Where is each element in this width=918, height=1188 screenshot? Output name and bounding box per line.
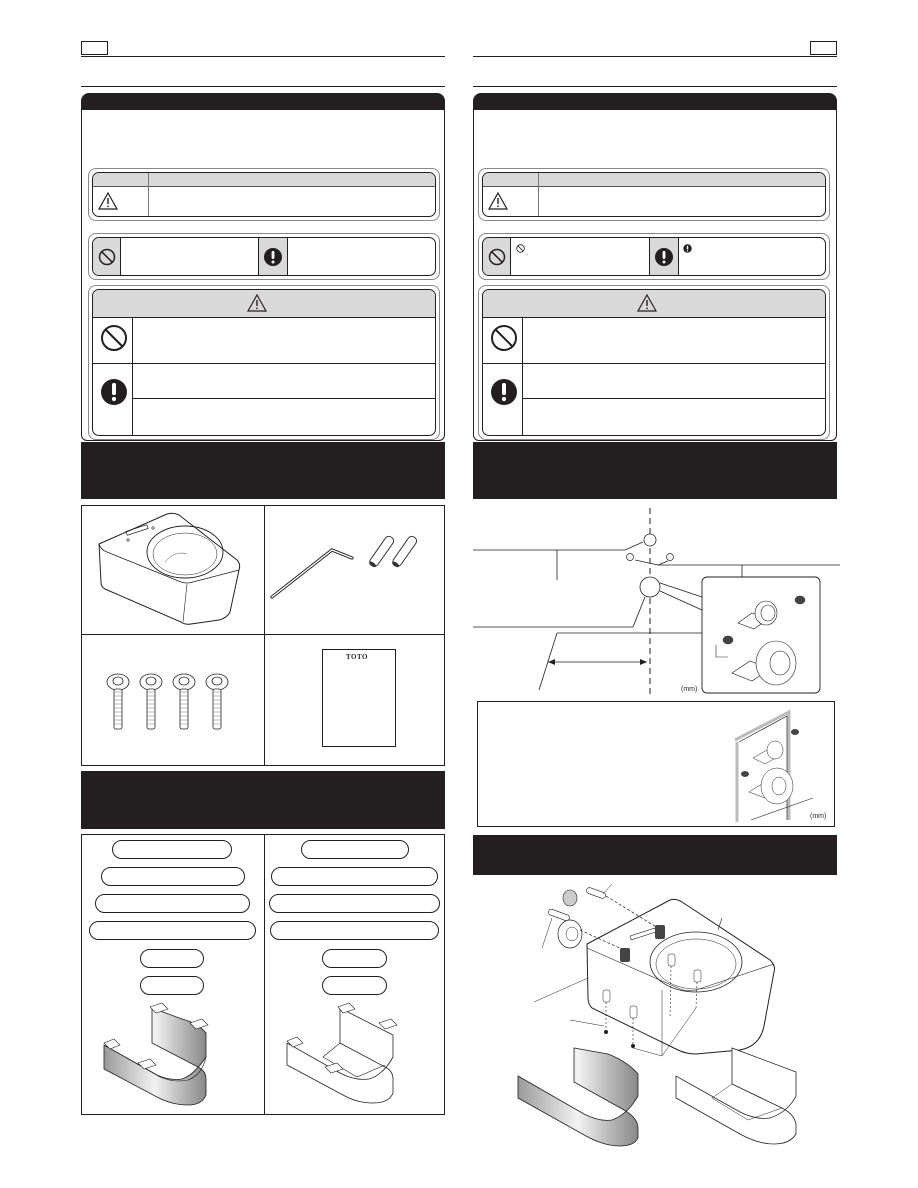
metal-skirt-cover-illustration [103, 1002, 209, 1106]
warning-triangle-icon [246, 293, 268, 312]
prohibited-icon [98, 248, 116, 266]
wall-dimension-diagram [473, 508, 840, 695]
warning-triangle-icon [97, 191, 119, 210]
warning-triangle-icon [487, 191, 509, 210]
mandatory-icon [101, 379, 127, 405]
toilet-bowl-illustration [98, 512, 241, 625]
mandatory-small-icon [683, 244, 692, 253]
manual-brand-label: TOTO [346, 653, 368, 661]
option-label-pill [140, 949, 204, 968]
prohibited-icon [488, 248, 506, 266]
hex-key-and-anchor-bolts-illustration [270, 535, 418, 599]
option-label-pill [301, 840, 409, 859]
left-safety-table [88, 168, 440, 221]
option-label-pill [322, 976, 387, 995]
option-label-pill [95, 894, 250, 913]
right-header-rule-top [473, 56, 837, 57]
right-safety-table [478, 168, 830, 221]
option-label-pill [269, 894, 440, 913]
note-unit-label: (mm) [810, 813, 827, 820]
assembly-exploded-illustration [517, 883, 797, 1147]
screw [106, 673, 229, 730]
right-symbols-legend [478, 233, 830, 280]
prohibited-small-icon [516, 244, 525, 253]
left-header-rule-top [81, 56, 445, 57]
right-warning-box [478, 285, 830, 440]
manual-booklet [322, 649, 396, 747]
option-label-pill [89, 921, 256, 940]
right-section-3-header [473, 835, 837, 875]
left-section-3-header [81, 771, 445, 829]
left-symbols-legend [88, 233, 440, 280]
mandatory-icon [491, 379, 517, 405]
right-page-number-box [810, 41, 837, 55]
left-page-number-box [81, 41, 108, 55]
option-label-pill [101, 867, 245, 886]
option-label-pill [271, 867, 438, 886]
option-label-pill [270, 921, 439, 940]
mandatory-icon [655, 248, 673, 266]
left-section-2-header [81, 442, 445, 499]
left-header-rule-bottom [81, 86, 445, 87]
option-label-pill [322, 949, 387, 968]
warning-triangle-icon [636, 293, 658, 312]
wall-fittings-illustration [734, 709, 814, 822]
screws-illustration [106, 673, 229, 730]
right-header-rule-bottom [473, 86, 837, 87]
left-warning-box [88, 285, 440, 440]
prohibited-icon [101, 325, 127, 351]
option-label-pill [140, 976, 204, 995]
mandatory-icon [264, 248, 282, 266]
white-skirt-cover-illustration [286, 1002, 398, 1104]
prohibited-icon [491, 325, 517, 351]
dimension-unit-label: (mm) [681, 686, 698, 693]
option-label-pill [112, 840, 232, 859]
right-section-2-header [473, 442, 837, 499]
